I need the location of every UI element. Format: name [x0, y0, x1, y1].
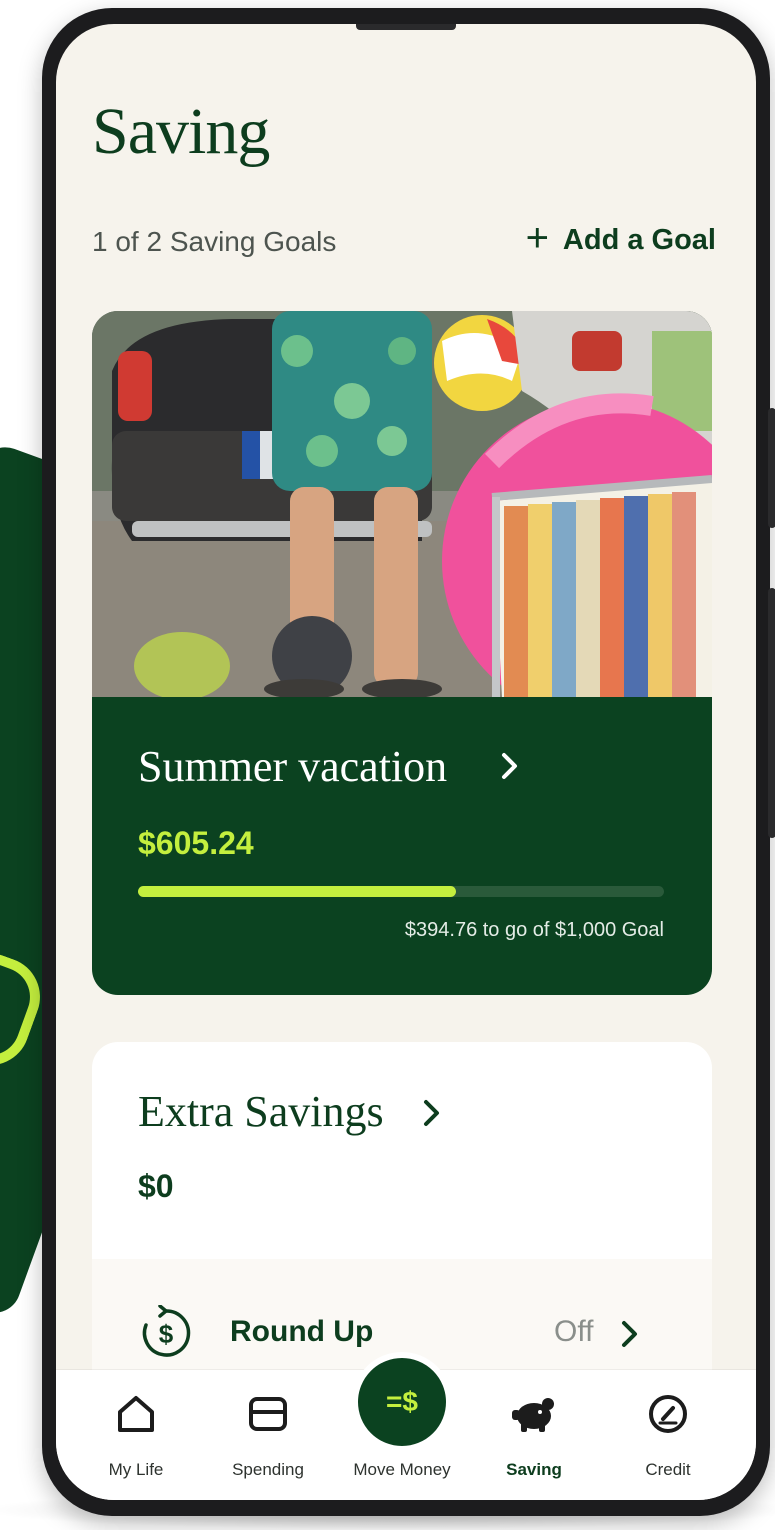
nav-label: Saving — [506, 1460, 562, 1479]
nav-label: Move Money — [353, 1460, 451, 1479]
nav-item-saving[interactable]: Saving — [474, 1370, 594, 1500]
goal-amount: $605.24 — [138, 825, 254, 861]
bottom-nav: My Life Spending =$ Move Money Saving Cr… — [56, 1352, 756, 1500]
nav-item-spending[interactable]: Spending — [208, 1370, 328, 1500]
nav-item-credit[interactable]: Credit — [608, 1370, 728, 1500]
round-up-label: Round Up — [230, 1315, 374, 1348]
goals-count-label: 1 of 2 Saving Goals — [92, 226, 337, 257]
card-icon — [249, 1397, 287, 1431]
page-title: Saving — [92, 95, 270, 168]
phone-side-button — [768, 588, 775, 838]
add-goal-button[interactable]: + Add a Goal — [526, 218, 716, 258]
goal-remaining-caption: $394.76 to go of $1,000 Goal — [404, 919, 664, 941]
goal-progress-bar — [138, 886, 664, 897]
nav-item-my-life[interactable]: My Life — [76, 1370, 196, 1500]
home-icon — [118, 1396, 154, 1432]
chevron-right-icon — [502, 753, 517, 779]
phone-side-button — [768, 408, 775, 528]
plus-icon: + — [525, 216, 549, 260]
round-up-dollar-icon: $ — [142, 1305, 191, 1357]
saving-goal-card[interactable]: Summer vacation $605.24 $394.76 to go of… — [92, 311, 712, 995]
round-up-status: Off — [554, 1315, 594, 1348]
app-screen: Saving 1 of 2 Saving Goals + Add a Goal — [56, 24, 756, 1500]
extra-savings-header[interactable]: Extra Savings $0 — [92, 1042, 712, 1259]
goal-progress-fill — [138, 886, 457, 897]
goal-photo — [92, 311, 712, 697]
chevron-right-icon — [622, 1321, 637, 1347]
piggy-bank-icon — [512, 1398, 554, 1432]
extra-savings-title: Extra Savings — [138, 1087, 384, 1136]
chevron-right-icon — [424, 1100, 439, 1126]
svg-text:$: $ — [159, 1319, 174, 1349]
nav-label: My Life — [108, 1460, 164, 1479]
phone-frame: Saving 1 of 2 Saving Goals + Add a Goal — [42, 8, 775, 1516]
add-goal-label: Add a Goal — [562, 223, 716, 256]
nav-label: Spending — [232, 1460, 304, 1479]
nav-label: Credit — [645, 1460, 691, 1479]
goal-details: Summer vacation $605.24 $394.76 to go of… — [92, 697, 712, 995]
extra-savings-amount: $0 — [138, 1168, 174, 1204]
phone-notch — [356, 24, 456, 30]
move-money-icon: =$ — [352, 1352, 452, 1452]
goal-name: Summer vacation — [138, 742, 448, 791]
gauge-icon — [649, 1395, 687, 1433]
nav-item-move-money[interactable]: =$ Move Money — [342, 1352, 462, 1500]
